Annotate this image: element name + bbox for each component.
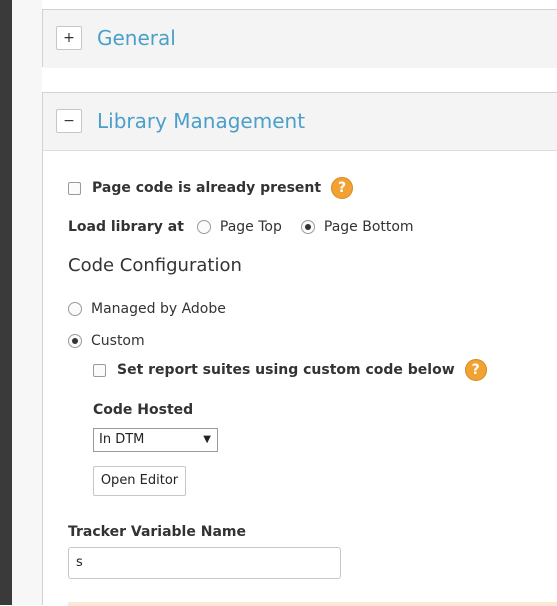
general-panel: + General: [42, 9, 557, 68]
code-hosted-row: Code Hosted: [93, 402, 193, 418]
page-bottom-label[interactable]: Page Bottom: [324, 219, 414, 235]
expand-general-button[interactable]: +: [56, 26, 82, 50]
load-library-row: Load library at Page Top Page Bottom: [68, 219, 414, 235]
library-panel-title[interactable]: Library Management: [97, 108, 305, 134]
dropdown-arrow-icon: ▼: [203, 434, 211, 445]
custom-radio[interactable]: [68, 334, 82, 348]
general-panel-header[interactable]: + General: [43, 10, 557, 68]
report-suites-row: Set report suites using custom code belo…: [93, 359, 487, 381]
collapse-library-button[interactable]: −: [56, 109, 82, 133]
page-top-label[interactable]: Page Top: [220, 219, 282, 235]
managed-by-adobe-radio[interactable]: [68, 302, 82, 316]
code-hosted-select[interactable]: In DTM ▼: [93, 428, 218, 452]
code-hosted-label: Code Hosted: [93, 402, 194, 418]
custom-label[interactable]: Custom: [91, 333, 145, 349]
managed-by-adobe-row: Managed by Adobe: [68, 301, 226, 317]
help-icon[interactable]: ?: [464, 359, 487, 381]
next-section-edge: [68, 602, 557, 606]
page-code-checkbox[interactable]: [68, 181, 81, 195]
help-icon[interactable]: ?: [331, 177, 354, 199]
load-library-label: Load library at: [68, 219, 184, 235]
library-management-panel: − Library Management Page code is alread…: [42, 92, 557, 606]
report-suites-label: Set report suites using custom code belo…: [117, 362, 455, 378]
managed-by-adobe-label[interactable]: Managed by Adobe: [91, 301, 226, 317]
page-code-label: Page code is already present: [92, 180, 322, 196]
open-editor-button[interactable]: Open Editor: [93, 466, 186, 496]
window-edge: [0, 0, 12, 605]
general-panel-title[interactable]: General: [97, 25, 176, 51]
page-bottom-radio[interactable]: [300, 220, 315, 234]
custom-row: Custom: [68, 333, 145, 349]
tracker-variable-label: Tracker Variable Name: [68, 524, 246, 540]
left-gutter: [12, 0, 42, 605]
page-top-radio[interactable]: [196, 220, 211, 234]
report-suites-checkbox[interactable]: [93, 363, 106, 377]
page-code-row: Page code is already present ?: [68, 177, 354, 199]
library-panel-header[interactable]: − Library Management: [43, 93, 557, 151]
code-configuration-title: Code Configuration: [68, 255, 242, 276]
code-hosted-value: In DTM: [99, 432, 145, 447]
tracker-label-row: Tracker Variable Name: [68, 524, 246, 540]
tracker-variable-input[interactable]: s: [68, 547, 341, 579]
